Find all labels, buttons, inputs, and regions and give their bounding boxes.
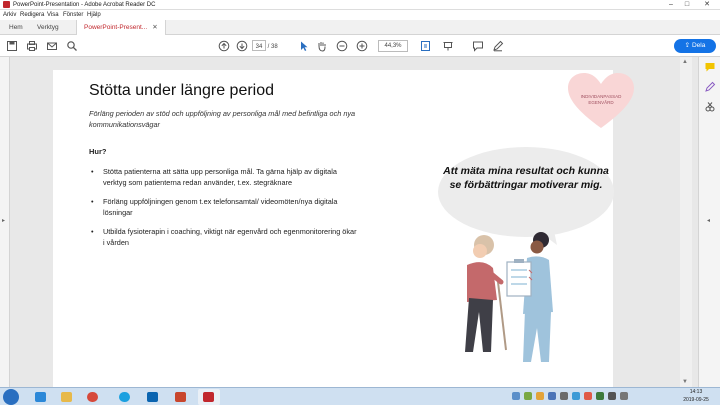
title-bar: PowerPoint-Presentation - Adobe Acrobat … <box>0 0 720 10</box>
speech-bubble-shape <box>438 147 614 245</box>
page-navigator: 34 / 38 <box>252 40 278 53</box>
highlight-pen-icon[interactable] <box>492 40 504 52</box>
share-label: Dela <box>691 42 706 49</box>
tray-app-icon[interactable] <box>536 392 544 400</box>
taskbar-clock[interactable]: 14:13 2019-09-25 <box>678 388 714 404</box>
select-cursor-icon[interactable] <box>298 40 310 52</box>
menu-redigera[interactable]: Redigera <box>20 10 44 20</box>
previous-page-icon[interactable] <box>218 40 230 52</box>
bullet-item: Förläng uppföljningen genom t.ex telefon… <box>89 196 359 218</box>
menu-fonster[interactable]: Fönster <box>63 10 83 20</box>
taskbar-skype-icon[interactable] <box>114 389 136 405</box>
taskbar-ie-icon[interactable] <box>30 389 52 405</box>
close-tab-icon[interactable]: ✕ <box>152 24 157 31</box>
clock-date: 2019-09-25 <box>683 397 709 403</box>
share-button[interactable]: ⇪ Dela <box>674 39 716 53</box>
comment-tool-icon[interactable] <box>704 61 716 73</box>
acrobat-app-icon <box>3 1 10 8</box>
acrobat-window: PowerPoint-Presentation - Adobe Acrobat … <box>0 0 720 405</box>
hur-heading: Hur? <box>89 147 107 156</box>
toolbar: 34 / 38 44,3% ⇪ Dela <box>0 35 720 57</box>
tray-app-icon[interactable] <box>512 392 520 400</box>
menu-arkiv[interactable]: Arkiv <box>3 10 16 20</box>
minimize-icon[interactable]: – <box>664 0 678 10</box>
bullet-item: Utbilda fysioterapin i coaching, viktigt… <box>89 226 359 248</box>
windows-taskbar: 14:13 2019-09-25 <box>0 387 720 405</box>
tab-verktyg[interactable]: Verktyg <box>30 20 66 35</box>
tab-document-label: PowerPoint-Present... <box>84 24 148 31</box>
slide-subtitle: Förläng perioden av stöd och uppföljning… <box>89 109 356 129</box>
hand-tool-icon[interactable] <box>316 40 328 52</box>
expand-left-panel-icon[interactable]: ▸ <box>2 217 5 224</box>
expand-right-panel-icon[interactable]: ◂ <box>707 217 710 224</box>
fit-page-icon[interactable] <box>420 40 432 52</box>
document-viewer[interactable]: ▸ Stötta under längre period Förläng per… <box>0 57 720 387</box>
next-page-icon[interactable] <box>236 40 248 52</box>
more-tools-icon[interactable] <box>704 101 716 113</box>
speech-bubble-text: Att mäta mina resultat och kunna se förb… <box>443 165 609 191</box>
taskbar-chrome-icon[interactable] <box>82 389 104 405</box>
tray-app-icon[interactable] <box>596 392 604 400</box>
window-title: PowerPoint-Presentation - Adobe Acrobat … <box>13 2 156 8</box>
tab-document[interactable]: PowerPoint-Present... ✕ <box>76 20 166 35</box>
slide-title: Stötta under längre period <box>89 82 275 99</box>
share-icon: ⇪ <box>684 42 691 49</box>
menu-visa[interactable]: Visa <box>47 10 59 20</box>
pdf-page: Stötta under längre period Förläng perio… <box>53 70 634 387</box>
tools-side-panel: ◂ <box>698 57 720 387</box>
page-number-input[interactable]: 34 <box>252 40 266 51</box>
presentation-mode-icon[interactable] <box>442 40 454 52</box>
fill-sign-icon[interactable] <box>704 81 716 93</box>
search-icon[interactable] <box>66 40 78 52</box>
save-icon[interactable] <box>6 40 18 52</box>
page-total: / 38 <box>267 44 278 50</box>
tray-app-icon[interactable] <box>560 392 568 400</box>
maximize-icon[interactable]: □ <box>680 0 694 10</box>
tray-app-icon[interactable] <box>524 392 532 400</box>
print-icon[interactable] <box>26 40 38 52</box>
network-icon[interactable] <box>608 392 616 400</box>
vertical-scrollbar[interactable]: ▲ ▼ <box>680 57 692 387</box>
bullet-item: Stötta patienterna att sätta upp personl… <box>89 166 359 188</box>
email-icon[interactable] <box>46 40 58 52</box>
taskbar-acrobat-icon[interactable] <box>198 389 220 405</box>
menu-bar: Arkiv Redigera Visa Fönster Hjälp <box>0 10 720 20</box>
bullet-list: Stötta patienterna att sätta upp personl… <box>89 166 359 256</box>
navigation-pane-strip: ▸ <box>0 57 10 387</box>
taskbar-explorer-icon[interactable] <box>56 389 78 405</box>
zoom-out-icon[interactable] <box>336 40 348 52</box>
menu-hjalp[interactable]: Hjälp <box>87 10 101 20</box>
heart-label: INDIVIDANPASSAD EGENVÅRD <box>580 94 622 105</box>
windows-start-icon[interactable] <box>3 389 19 405</box>
tray-app-icon[interactable] <box>584 392 592 400</box>
comment-icon[interactable] <box>472 40 484 52</box>
taskbar-powerpoint-icon[interactable] <box>170 389 192 405</box>
volume-icon[interactable] <box>620 392 628 400</box>
clock-time: 14:13 <box>689 389 703 395</box>
zoom-level-select[interactable]: 44,3% <box>378 40 408 52</box>
scroll-down-icon[interactable]: ▼ <box>682 379 688 385</box>
tray-app-icon[interactable] <box>572 392 580 400</box>
close-icon[interactable]: ✕ <box>696 0 718 10</box>
tab-bar: Hem Verktyg PowerPoint-Present... ✕ <box>0 20 720 35</box>
patient-therapist-illustration <box>465 232 553 362</box>
tray-app-icon[interactable] <box>548 392 556 400</box>
tab-hem[interactable]: Hem <box>2 20 30 35</box>
zoom-in-icon[interactable] <box>356 40 368 52</box>
scroll-up-icon[interactable]: ▲ <box>682 59 688 65</box>
taskbar-outlook-icon[interactable] <box>142 389 164 405</box>
